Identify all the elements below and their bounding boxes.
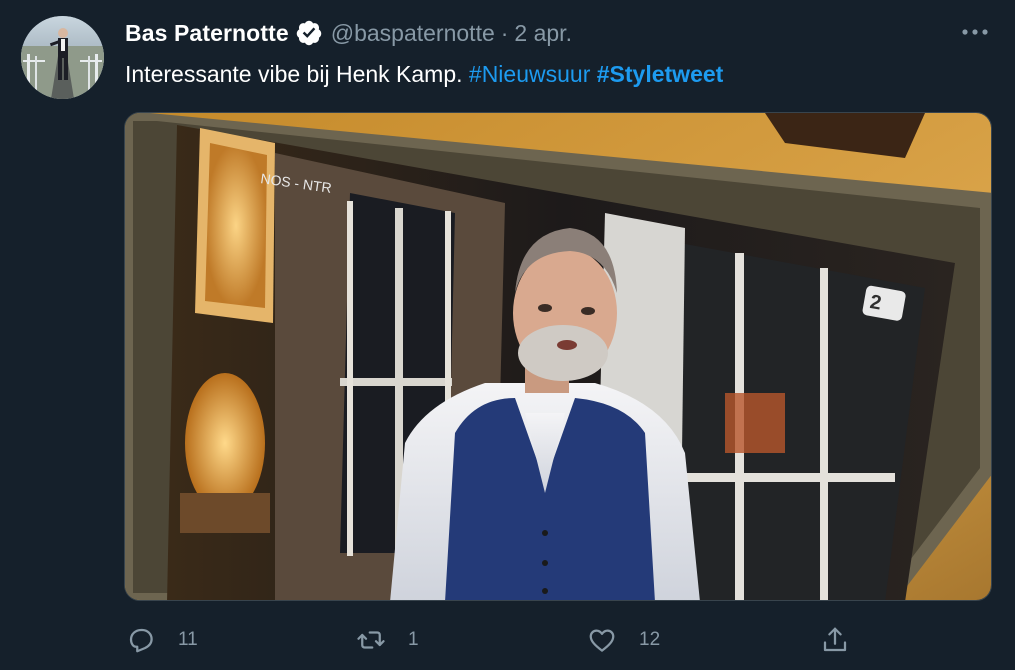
tweet-media-image[interactable]: NOS - NTR 2: [124, 112, 992, 601]
separator-dot: ·: [500, 19, 509, 46]
author-handle[interactable]: @baspaternotte: [331, 20, 495, 47]
retweet-icon: [356, 625, 386, 655]
reply-button[interactable]: 11: [126, 620, 198, 660]
tweet-header: Bas Paternotte @baspaternotte · 2 apr.: [125, 18, 572, 48]
tweet[interactable]: Bas Paternotte @baspaternotte · 2 apr. I…: [0, 0, 1015, 670]
share-button[interactable]: [820, 620, 850, 660]
share-icon: [820, 625, 850, 655]
like-button[interactable]: 12: [587, 620, 660, 660]
verified-badge-icon: [295, 19, 323, 47]
heart-icon: [587, 625, 617, 655]
tweet-date[interactable]: 2 apr.: [514, 20, 572, 47]
tweet-actions: 11 1 12: [124, 620, 992, 660]
hashtag-link[interactable]: #Styletweet: [597, 61, 724, 87]
reply-icon: [126, 625, 156, 655]
more-dots-icon: [961, 23, 989, 41]
hashtag-link[interactable]: #Nieuwsuur: [469, 61, 590, 87]
more-options-button[interactable]: [961, 20, 989, 44]
display-name[interactable]: Bas Paternotte: [125, 20, 289, 47]
reply-count: 11: [178, 629, 198, 650]
tweet-text: Interessante vibe bij Henk Kamp. #Nieuws…: [125, 59, 723, 89]
avatar[interactable]: [21, 16, 104, 99]
retweet-button[interactable]: 1: [356, 620, 419, 660]
retweet-count: 1: [408, 629, 419, 650]
like-count: 12: [639, 629, 661, 650]
tweet-text-plain: Interessante vibe bij Henk Kamp.: [125, 61, 463, 87]
